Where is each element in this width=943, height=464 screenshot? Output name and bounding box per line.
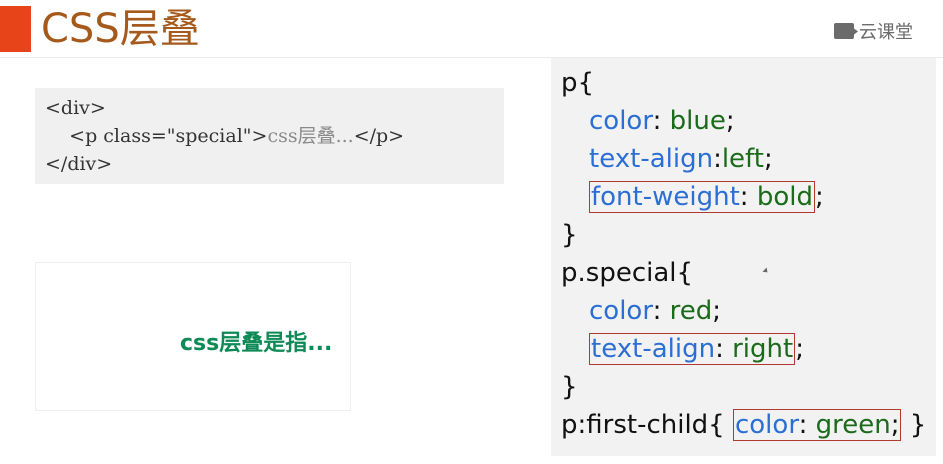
html-p-close: </p>: [353, 125, 405, 147]
css-value: green: [815, 410, 891, 440]
css-separator: :: [798, 410, 816, 440]
css-value: bold: [756, 182, 813, 212]
css-separator: :: [715, 334, 733, 364]
chat-bubble-icon: [834, 23, 854, 39]
logo-text: 云课堂: [859, 22, 913, 43]
css-property: text-align: [591, 334, 716, 364]
html-close-div: </div>: [45, 153, 113, 175]
css-line: color: red;: [551, 292, 936, 330]
html-p-text: css层叠...: [267, 125, 354, 147]
highlight-box: color: green;: [732, 409, 902, 441]
css-selector: p.special{: [561, 258, 694, 288]
preview-text: css层叠是指...: [180, 331, 333, 356]
css-separator: :: [652, 106, 670, 136]
css-line: }: [551, 368, 936, 406]
css-line: }: [551, 216, 936, 254]
css-separator: :: [713, 144, 722, 174]
html-p-open: <p class="special">: [45, 125, 268, 147]
html-open-div: <div>: [45, 97, 106, 119]
css-semicolon: ;: [712, 296, 721, 326]
highlight-box: text-align: right: [589, 333, 796, 365]
css-line: font-weight: bold;: [551, 178, 936, 216]
css-semicolon: ;: [763, 144, 773, 174]
css-property: text-align: [589, 144, 714, 174]
html-code-line: <div>: [45, 94, 494, 122]
html-code-line: </div>: [45, 150, 494, 178]
css-property: color: [589, 106, 653, 136]
css-property: font-weight: [591, 182, 740, 212]
css-semicolon: ;: [795, 334, 804, 364]
highlight-box: font-weight: bold: [589, 181, 815, 213]
css-line: text-align: right;: [551, 330, 936, 368]
html-code-line: <p class="special">css层叠...</p>: [45, 122, 494, 150]
yunketang-logo: 云课堂: [834, 20, 913, 43]
title-accent-bar: [0, 6, 31, 52]
css-semicolon: ;: [890, 410, 900, 440]
css-line: p.special{: [551, 254, 936, 292]
css-value: left: [721, 144, 764, 174]
css-value: red: [669, 296, 713, 326]
css-close-brace: }: [901, 410, 927, 440]
css-separator: :: [739, 182, 757, 212]
css-value: blue: [669, 106, 726, 136]
css-line: color: blue;: [551, 102, 936, 140]
render-preview-box: css层叠是指...: [35, 262, 351, 411]
css-separator: :: [652, 296, 670, 326]
css-semicolon: ;: [725, 106, 735, 136]
css-property: color: [734, 410, 799, 440]
page-title: CSS层叠: [41, 6, 200, 52]
css-selector: p{: [561, 68, 595, 98]
css-close-brace: }: [561, 372, 578, 402]
css-property: color: [589, 296, 653, 326]
css-close-brace: }: [561, 220, 578, 250]
css-line: p{: [551, 64, 936, 102]
css-selector: p:first-child{: [561, 410, 733, 440]
css-line: text-align:left;: [551, 140, 936, 178]
css-semicolon: ;: [814, 182, 824, 212]
css-line: p:first-child{ color: green; }: [551, 406, 936, 444]
css-code-panel: p{ color: blue; text-align:left; font-we…: [551, 58, 936, 456]
html-code-block: <div> <p class="special">css层叠...</p> </…: [35, 88, 504, 184]
css-value: right: [732, 334, 794, 364]
